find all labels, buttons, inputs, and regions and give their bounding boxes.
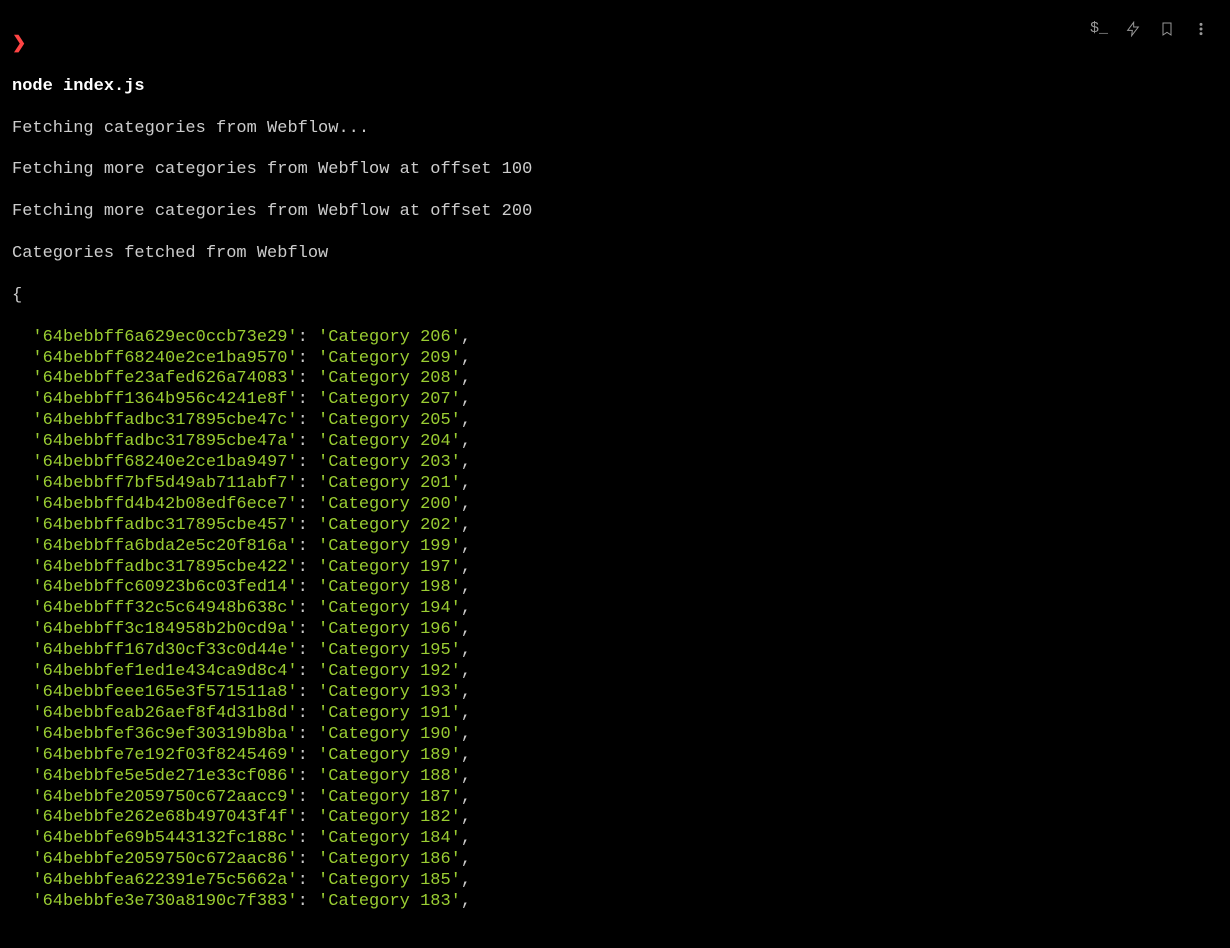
entry-key: '64bebbff7bf5d49ab711abf7' xyxy=(32,474,297,493)
object-entry: '64bebbfef36c9ef30319b8ba': 'Category 19… xyxy=(12,725,1218,746)
entry-value: 'Category 182' xyxy=(318,808,461,827)
object-entry: '64bebbffadbc317895cbe422': 'Category 19… xyxy=(12,558,1218,579)
entry-value: 'Category 185' xyxy=(318,871,461,890)
object-entry: '64bebbfeee165e3f571511a8': 'Category 19… xyxy=(12,683,1218,704)
entry-value: 'Category 207' xyxy=(318,390,461,409)
entry-value: 'Category 197' xyxy=(318,558,461,577)
entry-key: '64bebbfe2059750c672aacc9' xyxy=(32,788,297,807)
object-entry: '64bebbffc60923b6c03fed14': 'Category 19… xyxy=(12,578,1218,599)
object-entry: '64bebbffadbc317895cbe47a': 'Category 20… xyxy=(12,432,1218,453)
object-entry: '64bebbfe69b5443132fc188c': 'Category 18… xyxy=(12,829,1218,850)
entry-value: 'Category 188' xyxy=(318,767,461,786)
flash-icon[interactable] xyxy=(1124,20,1142,38)
entry-key: '64bebbffd4b42b08edf6ece7' xyxy=(32,495,297,514)
entry-key: '64bebbfeab26aef8f4d31b8d' xyxy=(32,704,297,723)
object-entry: '64bebbfe3e730a8190c7f383': 'Category 18… xyxy=(12,892,1218,913)
object-entry: '64bebbffa6bda2e5c20f816a': 'Category 19… xyxy=(12,537,1218,558)
entry-key: '64bebbfff32c5c64948b638c' xyxy=(32,599,297,618)
entry-key: '64bebbffe23afed626a74083' xyxy=(32,369,297,388)
output-line: Fetching categories from Webflow... xyxy=(12,119,1218,140)
entry-value: 'Category 203' xyxy=(318,453,461,472)
entry-value: 'Category 189' xyxy=(318,746,461,765)
object-entry: '64bebbffadbc317895cbe47c': 'Category 20… xyxy=(12,411,1218,432)
object-entry: '64bebbff7bf5d49ab711abf7': 'Category 20… xyxy=(12,474,1218,495)
entry-key: '64bebbfea622391e75c5662a' xyxy=(32,871,297,890)
entry-value: 'Category 199' xyxy=(318,537,461,556)
output-line: Fetching more categories from Webflow at… xyxy=(12,160,1218,181)
entry-value: 'Category 183' xyxy=(318,892,461,911)
output-line: Categories fetched from Webflow xyxy=(12,244,1218,265)
entry-value: 'Category 201' xyxy=(318,474,461,493)
entry-value: 'Category 187' xyxy=(318,788,461,807)
entry-value: 'Category 202' xyxy=(318,516,461,535)
output-line: Fetching more categories from Webflow at… xyxy=(12,202,1218,223)
entry-value: 'Category 200' xyxy=(318,495,461,514)
object-entry: '64bebbff6a629ec0ccb73e29': 'Category 20… xyxy=(12,328,1218,349)
entry-key: '64bebbff3c184958b2b0cd9a' xyxy=(32,620,297,639)
entry-key: '64bebbff68240e2ce1ba9497' xyxy=(32,453,297,472)
entry-value: 'Category 198' xyxy=(318,578,461,597)
entry-value: 'Category 204' xyxy=(318,432,461,451)
object-entry: '64bebbfff32c5c64948b638c': 'Category 19… xyxy=(12,599,1218,620)
entry-value: 'Category 192' xyxy=(318,662,461,681)
command-line: node index.js xyxy=(12,77,1218,98)
object-entry: '64bebbff68240e2ce1ba9497': 'Category 20… xyxy=(12,453,1218,474)
object-entry: '64bebbff167d30cf33c0d44e': 'Category 19… xyxy=(12,641,1218,662)
entry-key: '64bebbfe5e5de271e33cf086' xyxy=(32,767,297,786)
entry-key: '64bebbfe262e68b497043f4f' xyxy=(32,808,297,827)
entry-value: 'Category 209' xyxy=(318,349,461,368)
toolbar: $_ xyxy=(1090,20,1210,38)
object-entry: '64bebbff68240e2ce1ba9570': 'Category 20… xyxy=(12,349,1218,370)
object-entry: '64bebbfe2059750c672aacc9': 'Category 18… xyxy=(12,788,1218,809)
entry-key: '64bebbfeee165e3f571511a8' xyxy=(32,683,297,702)
entries-list: '64bebbff6a629ec0ccb73e29': 'Category 20… xyxy=(12,328,1218,913)
entry-key: '64bebbffadbc317895cbe457' xyxy=(32,516,297,535)
entry-key: '64bebbfe7e192f03f8245469' xyxy=(32,746,297,765)
entry-value: 'Category 194' xyxy=(318,599,461,618)
entry-value: 'Category 196' xyxy=(318,620,461,639)
entry-key: '64bebbffadbc317895cbe47c' xyxy=(32,411,297,430)
prompt: ❯ xyxy=(12,35,1218,56)
entry-value: 'Category 190' xyxy=(318,725,461,744)
object-entry: '64bebbfe5e5de271e33cf086': 'Category 18… xyxy=(12,767,1218,788)
entry-value: 'Category 186' xyxy=(318,850,461,869)
terminal-output[interactable]: ❯ node index.js Fetching categories from… xyxy=(0,0,1230,948)
object-entry: '64bebbff1364b956c4241e8f': 'Category 20… xyxy=(12,390,1218,411)
entry-value: 'Category 184' xyxy=(318,829,461,848)
bookmark-icon[interactable] xyxy=(1158,20,1176,38)
entry-value: 'Category 195' xyxy=(318,641,461,660)
entry-key: '64bebbff167d30cf33c0d44e' xyxy=(32,641,297,660)
entry-key: '64bebbffa6bda2e5c20f816a' xyxy=(32,537,297,556)
entry-key: '64bebbffc60923b6c03fed14' xyxy=(32,578,297,597)
entry-value: 'Category 191' xyxy=(318,704,461,723)
entry-key: '64bebbff6a629ec0ccb73e29' xyxy=(32,328,297,347)
object-entry: '64bebbfef1ed1e434ca9d8c4': 'Category 19… xyxy=(12,662,1218,683)
object-entry: '64bebbffadbc317895cbe457': 'Category 20… xyxy=(12,516,1218,537)
brace-open: { xyxy=(12,286,1218,307)
object-entry: '64bebbfe262e68b497043f4f': 'Category 18… xyxy=(12,808,1218,829)
entry-key: '64bebbff1364b956c4241e8f' xyxy=(32,390,297,409)
entry-key: '64bebbffadbc317895cbe47a' xyxy=(32,432,297,451)
entry-value: 'Category 205' xyxy=(318,411,461,430)
entry-key: '64bebbfe2059750c672aac86' xyxy=(32,850,297,869)
entry-value: 'Category 206' xyxy=(318,328,461,347)
object-entry: '64bebbfe2059750c672aac86': 'Category 18… xyxy=(12,850,1218,871)
entry-key: '64bebbffadbc317895cbe422' xyxy=(32,558,297,577)
entry-value: 'Category 208' xyxy=(318,369,461,388)
entry-key: '64bebbff68240e2ce1ba9570' xyxy=(32,349,297,368)
command-prompt-icon[interactable]: $_ xyxy=(1090,20,1108,38)
entry-value: 'Category 193' xyxy=(318,683,461,702)
object-entry: '64bebbffe23afed626a74083': 'Category 20… xyxy=(12,369,1218,390)
object-entry: '64bebbfea622391e75c5662a': 'Category 18… xyxy=(12,871,1218,892)
entry-key: '64bebbfef36c9ef30319b8ba' xyxy=(32,725,297,744)
object-entry: '64bebbff3c184958b2b0cd9a': 'Category 19… xyxy=(12,620,1218,641)
object-entry: '64bebbfeab26aef8f4d31b8d': 'Category 19… xyxy=(12,704,1218,725)
more-icon[interactable] xyxy=(1192,20,1210,38)
entry-key: '64bebbfef1ed1e434ca9d8c4' xyxy=(32,662,297,681)
object-entry: '64bebbfe7e192f03f8245469': 'Category 18… xyxy=(12,746,1218,767)
object-entry: '64bebbffd4b42b08edf6ece7': 'Category 20… xyxy=(12,495,1218,516)
entry-key: '64bebbfe3e730a8190c7f383' xyxy=(32,892,297,911)
entry-key: '64bebbfe69b5443132fc188c' xyxy=(32,829,297,848)
